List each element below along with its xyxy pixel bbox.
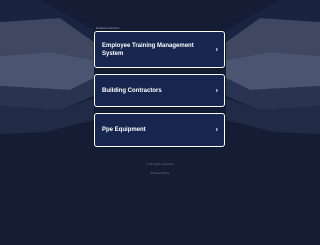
search-link-building-contractors[interactable]: Building Contractors › [94,74,225,107]
search-link-employee-training[interactable]: Employee Training Management System › [94,31,225,68]
privacy-policy-link[interactable]: Privacy Policy [0,171,320,175]
search-link-label: Ppe Equipment [102,127,146,133]
left-shape-2 [0,52,94,90]
search-link-label: Building Contractors [102,87,162,94]
related-searches-header: Related searches [96,26,120,30]
copyright-note: © All rights reserved [146,162,174,166]
search-link-ppe-equipment[interactable]: Ppe Equipment › [94,113,225,147]
search-link-label: Employee Training Management System [102,42,194,57]
right-shape-2 [226,52,320,90]
chevron-right-icon: › [215,87,218,94]
chevron-right-icon: › [215,126,218,134]
chevron-right-icon: › [215,46,218,53]
